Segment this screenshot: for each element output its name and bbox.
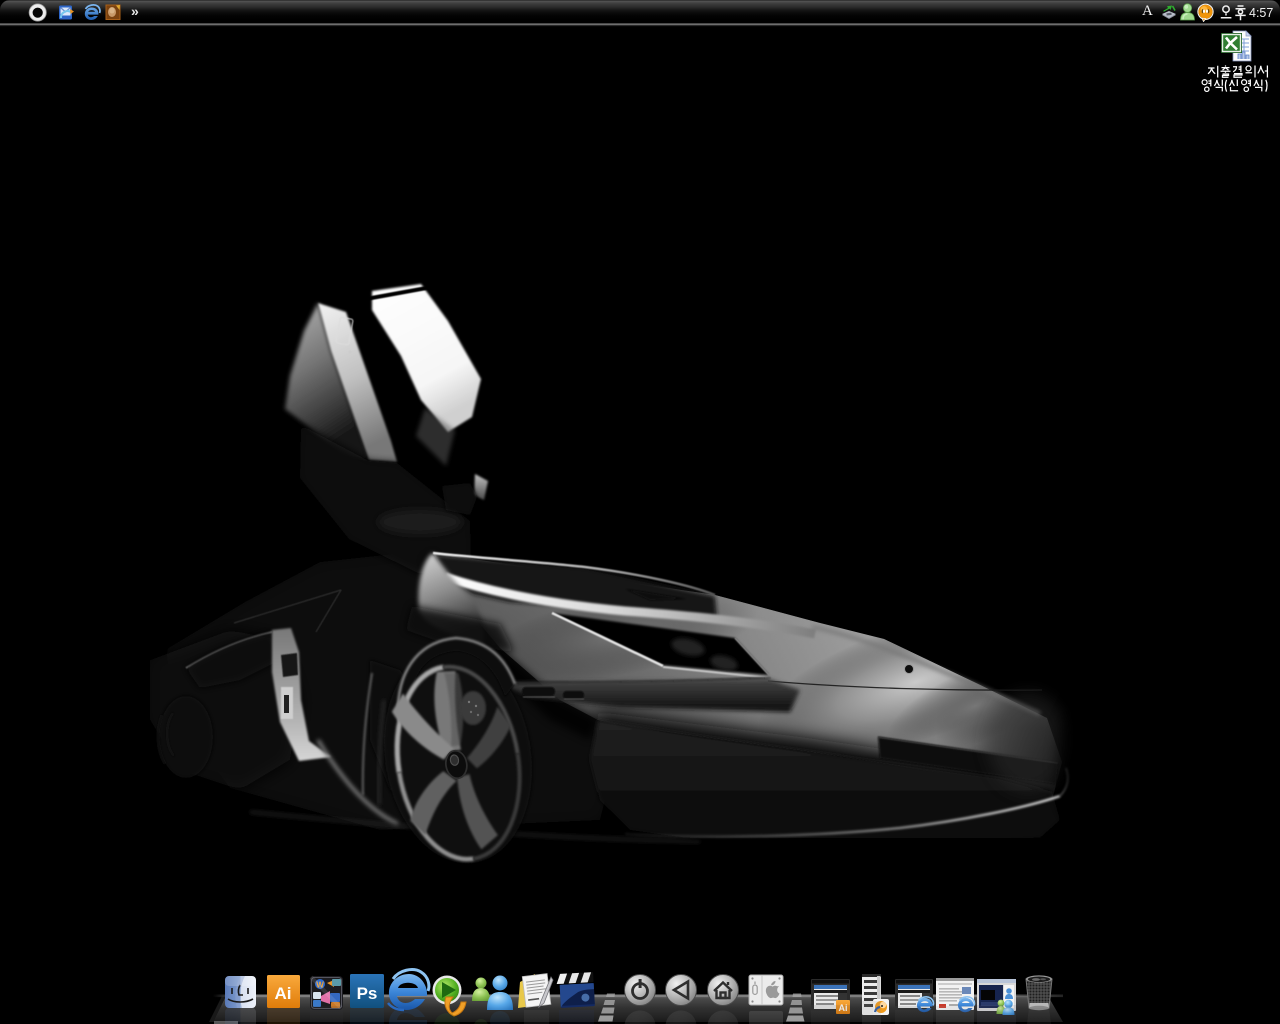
svg-text:Ai: Ai xyxy=(275,984,292,1003)
svg-text:Ps: Ps xyxy=(357,984,378,1003)
